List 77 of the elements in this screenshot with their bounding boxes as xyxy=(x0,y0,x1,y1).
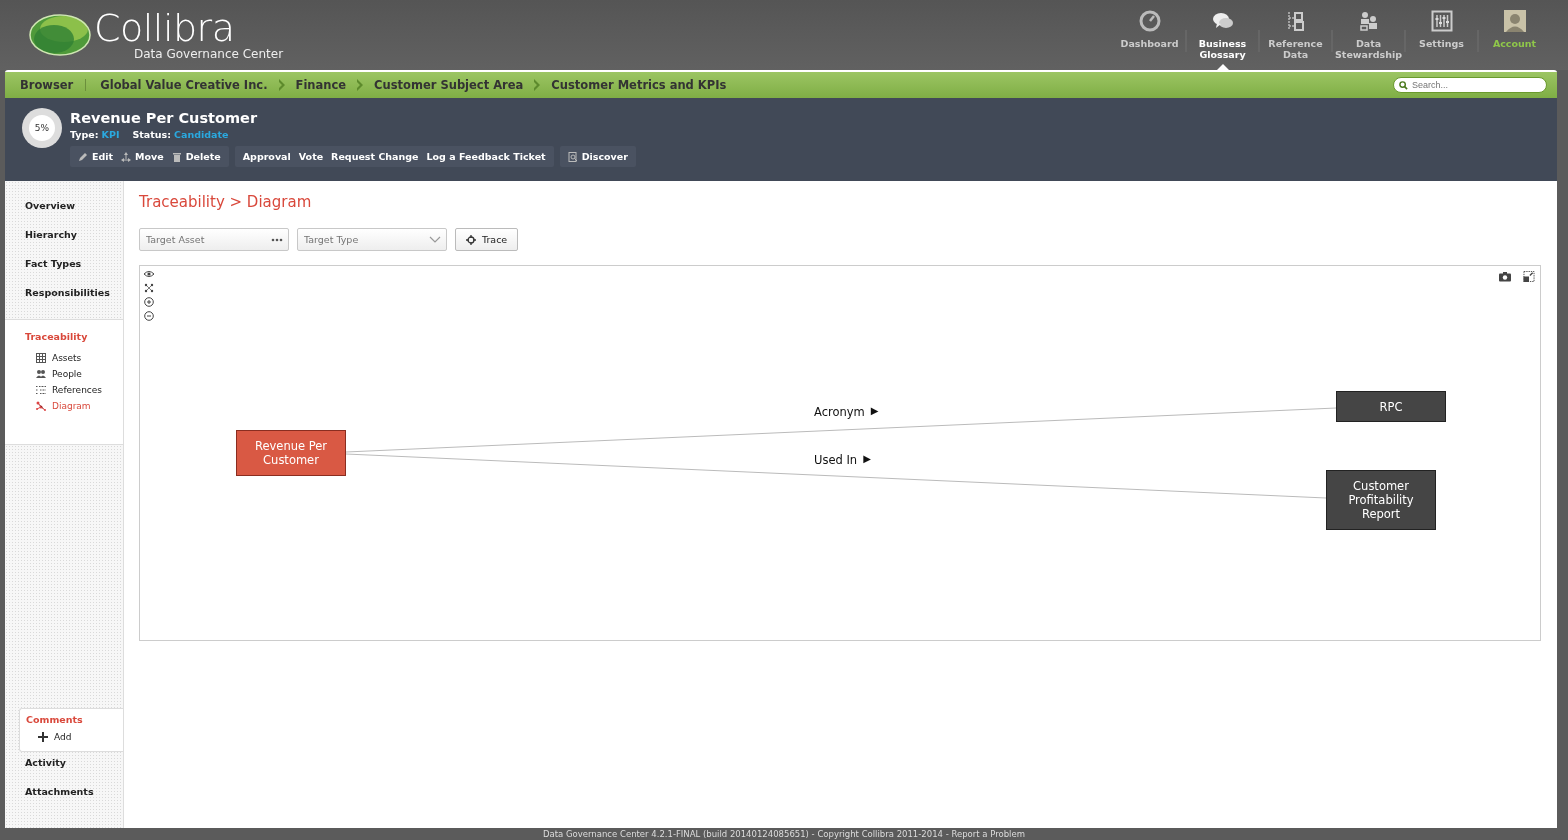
gauge-icon xyxy=(1138,10,1161,32)
search-icon xyxy=(1399,81,1408,90)
people-icon xyxy=(36,369,46,379)
table-icon xyxy=(36,353,46,363)
trash-icon xyxy=(171,151,182,162)
action-button[interactable]: Approval xyxy=(238,151,295,162)
target-type-dropdown[interactable]: Target Type xyxy=(297,228,447,251)
breadcrumb-link[interactable]: Global Value Creative Inc. xyxy=(100,78,268,92)
asset-title: Revenue Per Customer xyxy=(70,110,259,126)
sidebar-item[interactable]: Traceability xyxy=(5,326,123,350)
nav-item[interactable]: Data Stewardship xyxy=(1333,10,1404,70)
trace-button[interactable]: Trace xyxy=(455,228,519,251)
fullscreen-icon[interactable] xyxy=(1523,271,1535,282)
action-button[interactable]: Edit xyxy=(74,151,118,162)
footer-text: Data Governance Center 4.2.1-FINAL (build 20140124085651) - Copyright Collibra 2011-2014 - Report a Problem xyxy=(543,828,1025,840)
eye-icon[interactable] xyxy=(144,269,154,279)
chevron-icon xyxy=(533,79,542,91)
progress-badge: 5% xyxy=(22,108,62,148)
sidebar-item[interactable]: Responsibilities xyxy=(5,282,123,311)
list-icon xyxy=(36,385,46,395)
edge-label: Acronym xyxy=(814,405,865,419)
nav-item[interactable]: Dashboard xyxy=(1114,10,1185,70)
action-button[interactable]: Move xyxy=(117,151,168,162)
layout-icon[interactable] xyxy=(144,283,154,293)
plus-icon xyxy=(38,732,48,742)
nav-item[interactable]: Reference Data xyxy=(1260,10,1331,70)
people-icon xyxy=(1357,10,1380,32)
action-button[interactable]: Request Change xyxy=(327,151,423,162)
move-icon xyxy=(121,151,132,162)
sidebar-item[interactable]: Overview xyxy=(5,195,123,224)
arrow-glyph: ▶ xyxy=(863,453,871,466)
comments-heading: Comments xyxy=(26,714,84,725)
discover-icon xyxy=(567,151,578,162)
diagram-node[interactable]: RPC xyxy=(1336,391,1446,422)
sidebar-item[interactable]: Hierarchy xyxy=(5,224,123,253)
breadcrumb-link[interactable]: Customer Metrics and KPIs xyxy=(551,78,727,92)
action-button[interactable]: Delete xyxy=(167,151,225,162)
type-label: Type: xyxy=(70,129,99,140)
status-label: Status: xyxy=(132,129,171,140)
pencil-icon xyxy=(78,151,88,162)
target-asset-field[interactable]: Target Asset xyxy=(139,228,289,251)
zoom-in-icon[interactable] xyxy=(144,297,154,307)
chevron-icon xyxy=(356,79,365,91)
breadcrumb-link[interactable]: Customer Subject Area xyxy=(374,78,524,92)
logo-icon xyxy=(28,11,92,59)
more-icon xyxy=(271,236,283,244)
diagram-icon xyxy=(36,401,46,411)
diagram-node[interactable]: Customer Profitability Report xyxy=(1326,470,1436,530)
sidebar-subitem[interactable]: People xyxy=(5,366,123,382)
add-comment-link[interactable]: Add xyxy=(26,729,123,745)
page-title: Traceability > Diagram xyxy=(139,193,313,211)
diagram-node[interactable]: Revenue Per Customer xyxy=(236,430,346,476)
sidebar-subitem[interactable]: Diagram xyxy=(5,398,123,414)
action-button[interactable]: Vote xyxy=(294,151,328,162)
action-button[interactable]: Log a Feedback Ticket xyxy=(422,151,550,162)
breadcrumb-link[interactable]: Finance xyxy=(295,78,347,92)
crosshair-icon xyxy=(466,234,476,245)
logo-subtitle: Data Governance Center xyxy=(134,47,284,61)
sliders-icon xyxy=(1430,10,1453,32)
nav-item[interactable]: Business Glossary xyxy=(1187,10,1258,70)
sidebar-item[interactable]: Attachments xyxy=(5,781,123,810)
chevron-down-icon xyxy=(429,236,441,244)
nav-item[interactable]: Settings xyxy=(1406,10,1477,70)
sidebar-subitem[interactable]: References xyxy=(5,382,123,398)
search-field[interactable]: Search... xyxy=(1393,77,1547,93)
chevron-icon xyxy=(277,79,286,91)
action-button[interactable]: Discover xyxy=(563,151,632,162)
zoom-out-icon[interactable] xyxy=(144,311,154,321)
avatar-icon xyxy=(1503,10,1526,32)
sidebar-subitem[interactable]: Assets xyxy=(5,350,123,366)
sidebar-item[interactable]: Fact Types xyxy=(5,253,123,282)
logo-name: Collibra xyxy=(94,9,235,47)
sidebar-item[interactable]: Activity xyxy=(5,752,123,781)
camera-icon[interactable] xyxy=(1499,271,1511,282)
arrow-glyph: ▶ xyxy=(870,405,879,418)
edge-label: Used In xyxy=(814,453,858,467)
browser-label[interactable]: Browser xyxy=(20,78,74,92)
